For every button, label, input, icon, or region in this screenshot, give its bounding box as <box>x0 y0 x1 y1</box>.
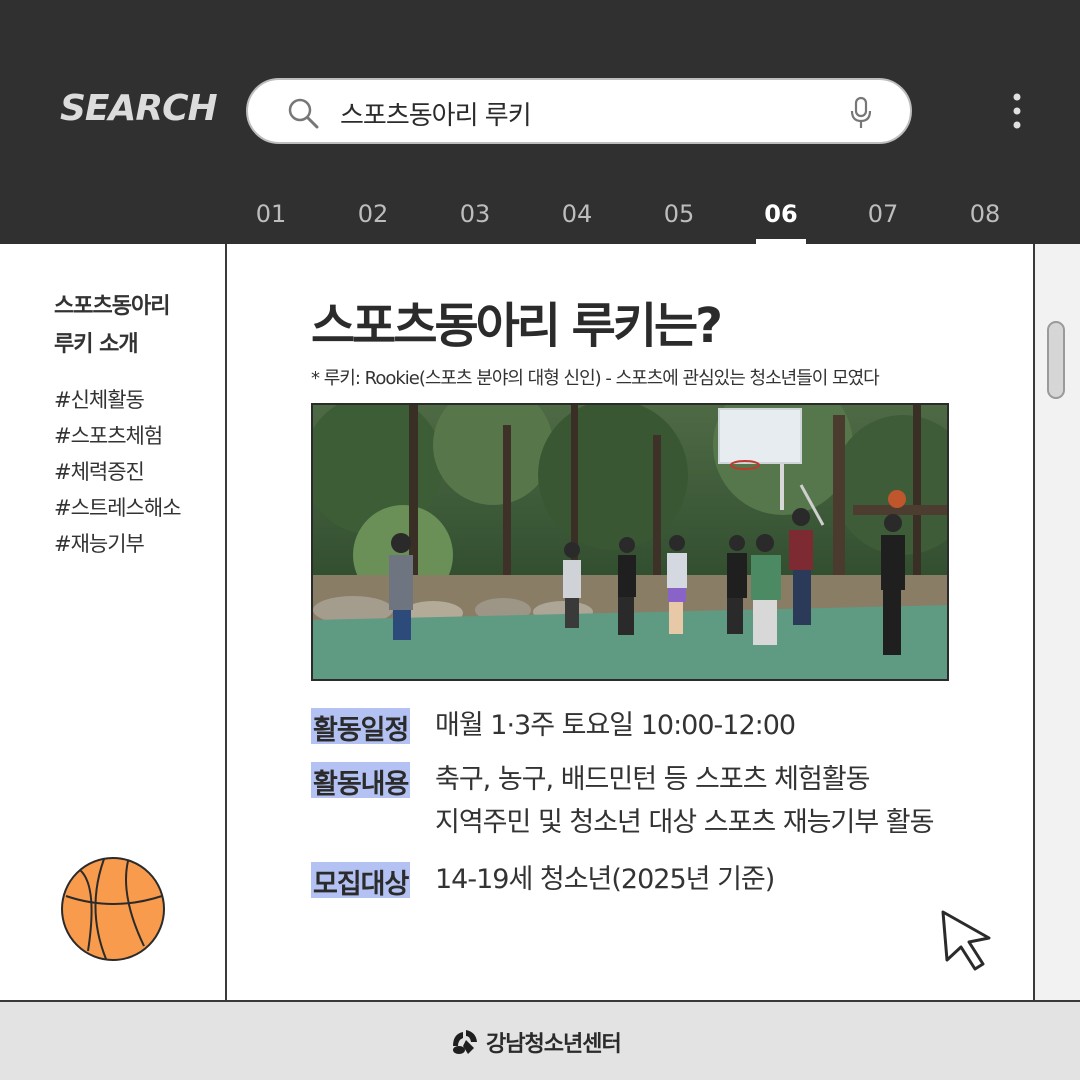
info-label: 활동내용 <box>311 762 411 800</box>
hashtag: #재능기부 <box>54 532 145 556</box>
mic-icon[interactable] <box>848 96 874 130</box>
sidebar-title: 스포츠동아리 루키 소개 <box>54 288 170 364</box>
page-tabs: 01 02 03 04 05 06 07 08 <box>220 200 1036 244</box>
tab-04[interactable]: 04 <box>526 200 628 244</box>
tab-03[interactable]: 03 <box>424 200 526 244</box>
scrollbar-track[interactable] <box>1033 244 1080 1000</box>
center-logo-icon <box>453 1030 477 1054</box>
tab-05[interactable]: 05 <box>628 200 730 244</box>
more-vertical-icon[interactable] <box>1010 92 1024 132</box>
header: SEARCH 스포츠동아리 루키 01 02 03 04 05 06 07 08 <box>0 0 1080 244</box>
search-bar[interactable]: 스포츠동아리 루키 <box>246 78 912 144</box>
cursor-icon <box>941 910 991 971</box>
sidebar-title-line-1: 스포츠동아리 <box>54 294 170 319</box>
main-content: 스포츠동아리 루키는? * 루키: Rookie(스포츠 분야의 대형 신인) … <box>227 244 1033 1000</box>
info-value: 지역주민 및 청소년 대상 스포츠 재능기부 활동 <box>435 807 934 838</box>
hashtag: #스트레스해소 <box>54 496 182 520</box>
sidebar-title-line-2: 루키 소개 <box>54 332 139 357</box>
footer: 강남청소년센터 <box>0 1000 1080 1080</box>
search-icon[interactable] <box>286 96 320 130</box>
info-value: 축구, 농구, 배드민턴 등 스포츠 체험활동 <box>435 764 871 795</box>
sidebar: 스포츠동아리 루키 소개 #신체활동 #스포츠체험 #체력증진 #스트레스해소 … <box>0 244 227 1000</box>
basketball-court-photo <box>311 403 949 681</box>
page-subtitle: * 루키: Rookie(스포츠 분야의 대형 신인) - 스포츠에 관심있는 … <box>311 368 880 389</box>
hashtag-list: #신체활동 #스포츠체험 #체력증진 #스트레스해소 #재능기부 <box>54 382 182 562</box>
page-title: 스포츠동아리 루키는? <box>311 298 723 354</box>
hashtag: #신체활동 <box>54 388 145 412</box>
hashtag: #스포츠체험 <box>54 424 163 448</box>
basketball-icon <box>61 857 165 961</box>
tab-08[interactable]: 08 <box>934 200 1036 244</box>
tab-06[interactable]: 06 <box>730 200 832 244</box>
info-value: 매월 1·3주 토요일 10:00-12:00 <box>435 710 796 741</box>
tab-02[interactable]: 02 <box>322 200 424 244</box>
info-value: 14-19세 청소년(2025년 기준) <box>435 864 775 895</box>
brand-logo: SEARCH <box>60 88 218 129</box>
tab-07[interactable]: 07 <box>832 200 934 244</box>
search-input[interactable]: 스포츠동아리 루키 <box>340 95 532 132</box>
scrollbar-thumb[interactable] <box>1047 321 1065 399</box>
footer-org-name: 강남청소년센터 <box>486 1032 622 1057</box>
hashtag: #체력증진 <box>54 460 145 484</box>
photo-illustration <box>313 405 947 679</box>
info-label: 모집대상 <box>311 862 411 900</box>
info-label: 활동일정 <box>311 708 411 746</box>
tab-01[interactable]: 01 <box>220 200 322 244</box>
